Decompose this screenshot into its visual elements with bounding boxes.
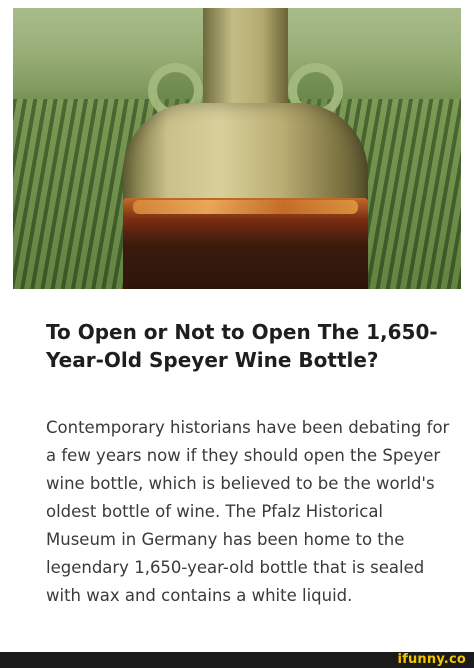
- ifunny-watermark[interactable]: ifunny.co: [397, 652, 466, 667]
- article-headline: To Open or Not to Open The 1,650-Year-Ol…: [46, 320, 438, 372]
- article-image: [13, 8, 461, 289]
- article-body: Contemporary historians have been debati…: [46, 418, 450, 605]
- bottle-neck: [203, 8, 288, 118]
- liquid-surface: [133, 200, 358, 214]
- footer-bar: ifunny.co: [0, 652, 474, 668]
